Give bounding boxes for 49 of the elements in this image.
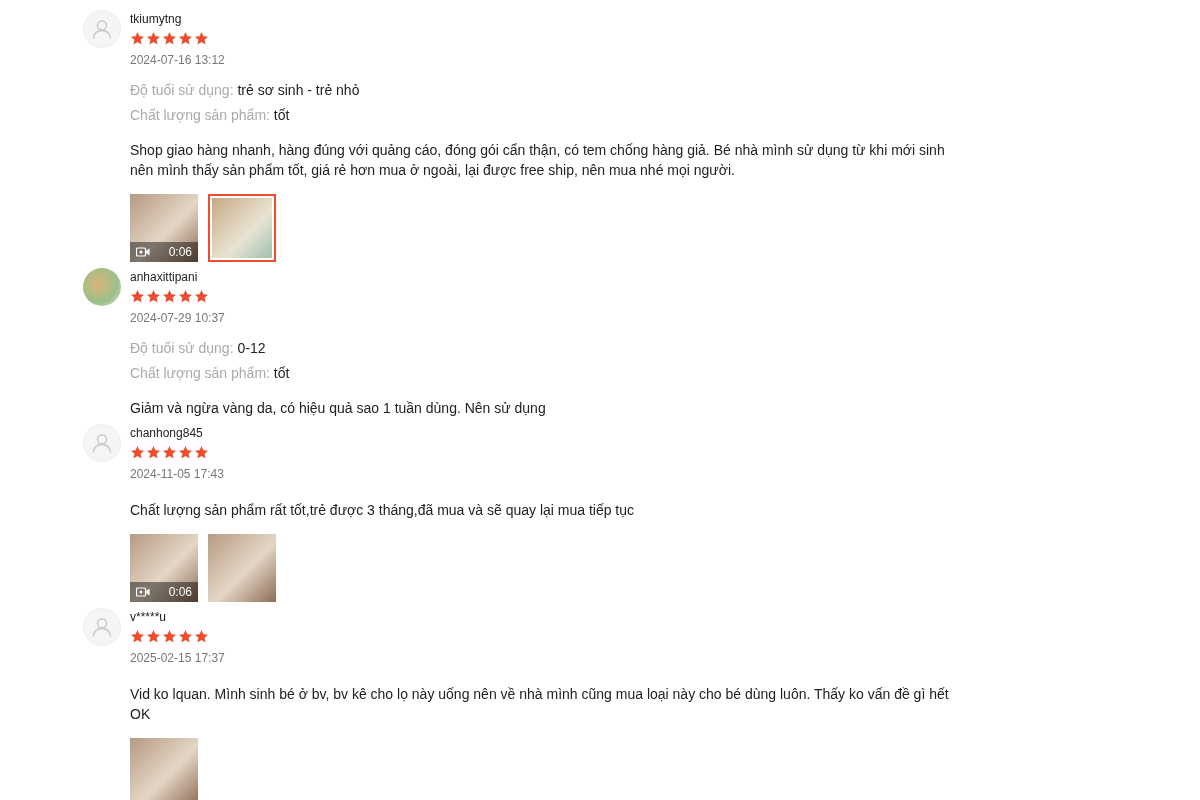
- photo-thumbnail[interactable]: [208, 534, 276, 602]
- review-attribute: Độ tuổi sử dụng: 0-12: [130, 339, 267, 358]
- star-icon: [162, 629, 177, 644]
- review-date: 2024-07-29 10:37: [130, 310, 225, 326]
- star-icon: [146, 289, 161, 304]
- username: chanhong845: [130, 425, 203, 441]
- star-icon: [162, 445, 177, 460]
- star-icon: [178, 289, 193, 304]
- star-icon: [130, 31, 145, 46]
- username: v*****u: [130, 609, 167, 625]
- review-text: Giảm và ngừa vàng da, có hiệu quả sao 1 tuần dùng. Nên sử dụng: [130, 399, 546, 418]
- star-icon: [146, 31, 161, 46]
- star-icon: [194, 445, 209, 460]
- star-icon: [178, 445, 193, 460]
- star-icon: [146, 629, 161, 644]
- person-icon: [92, 433, 112, 453]
- video-duration: 0:06: [168, 585, 192, 599]
- star-icon: [178, 629, 193, 644]
- review-date: 2025-02-15 17:37: [130, 650, 225, 666]
- photo-thumbnail[interactable]: [208, 194, 276, 262]
- video-camera-icon: [136, 247, 150, 257]
- star-icon: [162, 289, 177, 304]
- username: anhaxittipani: [130, 269, 198, 285]
- video-camera-icon: [136, 587, 150, 597]
- star-icon: [130, 445, 145, 460]
- video-thumbnail[interactable]: 0:06: [130, 194, 198, 262]
- review-date: 2024-11-05 17:43: [130, 466, 224, 482]
- review-text: Vid ko lquan. Mình sinh bé ở bv, bv kê cho lọ này uống nên về nhà mình cũng mua loại này cho bé dùng luôn. Thấy ko vấn đề gì hết OK: [130, 685, 950, 724]
- star-icon: [194, 289, 209, 304]
- star-icon: [146, 445, 161, 460]
- username: tkiumytng: [130, 11, 182, 27]
- star-icon: [130, 629, 145, 644]
- review-text: Chất lượng sản phẩm rất tốt,trẻ được 3 tháng,đã mua và sẽ quay lại mua tiếp tục: [130, 501, 635, 520]
- star-icon: [162, 31, 177, 46]
- review-attribute: Chất lượng sản phẩm: tốt: [130, 364, 290, 383]
- video-duration: 0:06: [168, 245, 192, 259]
- star-icon: [194, 629, 209, 644]
- review-attribute: Độ tuổi sử dụng: trẻ sơ sinh - trẻ nhỏ: [130, 81, 360, 100]
- review-date: 2024-07-16 13:12: [130, 52, 225, 68]
- review-text: Shop giao hàng nhanh, hàng đúng với quảng cáo, đóng gói cẩn thận, có tem chống hàng giả. Bé nhà mình sử dụng từ khi mới sinh nên mình thấy sản phẩm tốt, giá rẻ hơn mua ở ngoài, lại được free ship, nên mua nhé mọi người.: [130, 141, 946, 180]
- photo-thumbnail[interactable]: [130, 738, 198, 800]
- person-icon: [92, 19, 112, 39]
- person-icon: [92, 617, 112, 637]
- review-attribute: Chất lượng sản phẩm: tốt: [130, 106, 291, 125]
- video-thumbnail[interactable]: 0:06: [130, 534, 198, 602]
- star-icon: [178, 31, 193, 46]
- star-icon: [194, 31, 209, 46]
- star-icon: [130, 289, 145, 304]
- avatar-picture: [83, 268, 121, 306]
